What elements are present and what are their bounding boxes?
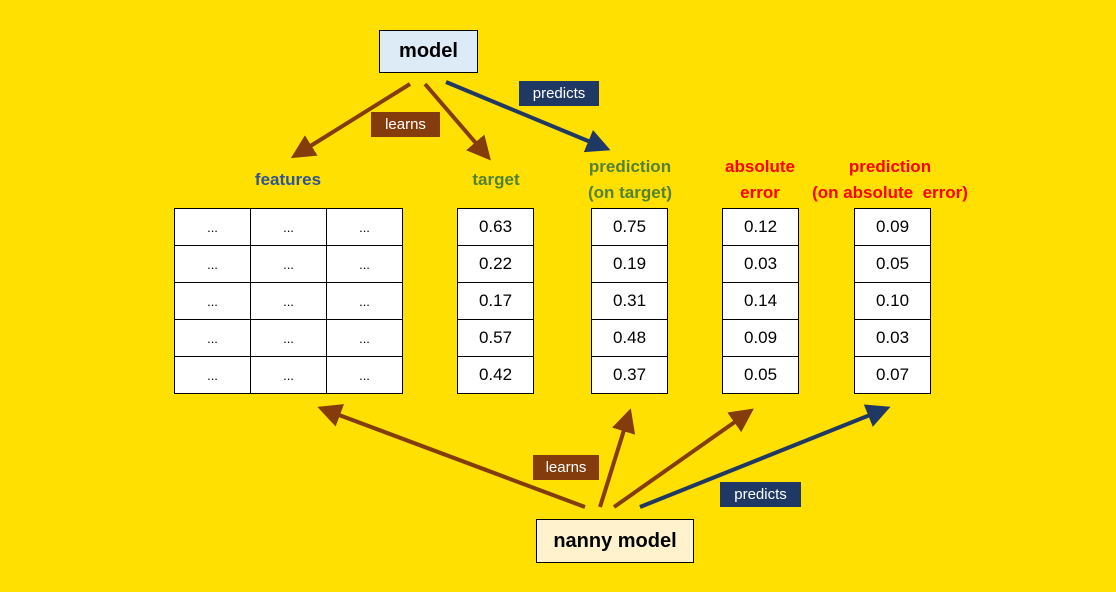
value-cell: 0.10 (854, 282, 931, 320)
nanny-model-label: nanny model (553, 529, 677, 552)
value-cell: 0.37 (591, 356, 668, 394)
target-table: 0.63 0.22 0.17 0.57 0.42 (457, 208, 534, 394)
value-cell: 0.07 (854, 356, 931, 394)
table-row: ......... (174, 208, 403, 246)
table-row: 0.42 (457, 356, 534, 394)
table-row: ......... (174, 245, 403, 283)
table-row: 0.19 (591, 245, 668, 283)
absolute-error-table: 0.12 0.03 0.14 0.09 0.05 (722, 208, 799, 394)
value-cell: 0.42 (457, 356, 534, 394)
feature-cell: ... (326, 282, 403, 320)
table-row: 0.37 (591, 356, 668, 394)
table-row: ......... (174, 319, 403, 357)
table-row: 0.03 (854, 319, 931, 357)
value-cell: 0.09 (722, 319, 799, 357)
feature-cell: ... (250, 356, 327, 394)
value-cell: 0.75 (591, 208, 668, 246)
predicts-label-bottom: predicts (720, 482, 801, 507)
learns-label-top: learns (371, 112, 440, 137)
value-cell: 0.22 (457, 245, 534, 283)
table-row: 0.09 (854, 208, 931, 246)
feature-cell: ... (174, 208, 251, 246)
table-row: 0.07 (854, 356, 931, 394)
feature-cell: ... (326, 245, 403, 283)
value-cell: 0.12 (722, 208, 799, 246)
features-heading: features (254, 170, 322, 189)
feature-cell: ... (174, 245, 251, 283)
table-row: 0.09 (722, 319, 799, 357)
value-cell: 0.19 (591, 245, 668, 283)
value-cell: 0.17 (457, 282, 534, 320)
table-row: 0.05 (854, 245, 931, 283)
value-cell: 0.03 (722, 245, 799, 283)
nanny-model-node: nanny model (536, 519, 694, 563)
model-label: model (399, 40, 458, 62)
learns-label-bottom: learns (533, 455, 599, 480)
feature-cell: ... (326, 208, 403, 246)
feature-cell: ... (174, 356, 251, 394)
table-row: 0.05 (722, 356, 799, 394)
table-row: 0.17 (457, 282, 534, 320)
value-cell: 0.09 (854, 208, 931, 246)
target-heading: target (472, 170, 520, 189)
value-cell: 0.05 (722, 356, 799, 394)
features-table: ........................................… (174, 208, 403, 394)
feature-cell: ... (250, 245, 327, 283)
table-row: 0.75 (591, 208, 668, 246)
table-row: ......... (174, 356, 403, 394)
predicts-label-top: predicts (519, 81, 599, 106)
value-cell: 0.63 (457, 208, 534, 246)
feature-cell: ... (326, 319, 403, 357)
table-row: ......... (174, 282, 403, 320)
predicted-error-heading: prediction (on absolute error) (812, 157, 968, 202)
value-cell: 0.14 (722, 282, 799, 320)
feature-cell: ... (326, 356, 403, 394)
value-cell: 0.03 (854, 319, 931, 357)
table-row: 0.10 (854, 282, 931, 320)
table-row: 0.03 (722, 245, 799, 283)
table-row: 0.57 (457, 319, 534, 357)
feature-cell: ... (250, 282, 327, 320)
table-row: 0.63 (457, 208, 534, 246)
table-row: 0.48 (591, 319, 668, 357)
feature-cell: ... (174, 319, 251, 357)
model-node: model (379, 30, 478, 73)
table-row: 0.12 (722, 208, 799, 246)
arrow-nanny-to-prediction (598, 408, 636, 508)
feature-cell: ... (174, 282, 251, 320)
predicted-error-table: 0.09 0.05 0.10 0.03 0.07 (854, 208, 931, 394)
value-cell: 0.31 (591, 282, 668, 320)
table-row: 0.14 (722, 282, 799, 320)
value-cell: 0.48 (591, 319, 668, 357)
feature-cell: ... (250, 319, 327, 357)
feature-cell: ... (250, 208, 327, 246)
value-cell: 0.05 (854, 245, 931, 283)
value-cell: 0.57 (457, 319, 534, 357)
table-row: 0.22 (457, 245, 534, 283)
prediction-heading: prediction (on target) (587, 157, 673, 202)
table-row: 0.31 (591, 282, 668, 320)
prediction-table: 0.75 0.19 0.31 0.48 0.37 (591, 208, 668, 394)
